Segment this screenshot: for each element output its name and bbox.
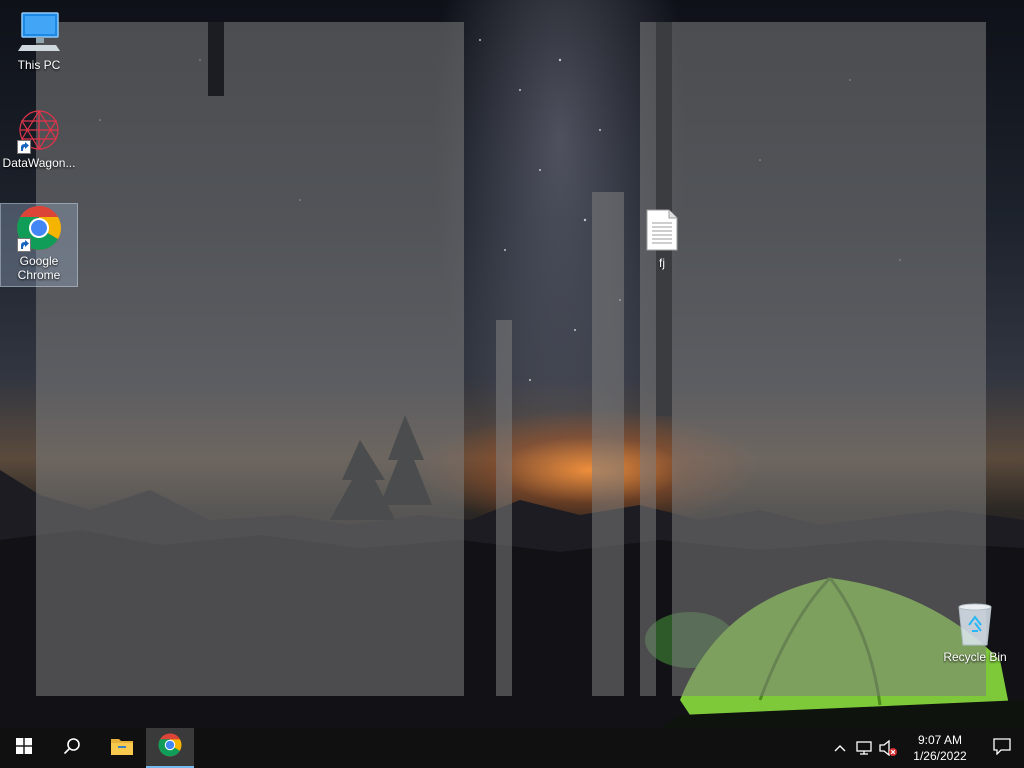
chrome-icon [158, 733, 182, 762]
overlay-panel-right [672, 22, 986, 696]
desktop-icon-label: Google Chrome [17, 254, 61, 282]
computer-icon [15, 8, 63, 56]
overlay-strip-tall [640, 22, 656, 696]
dark-bar-top [208, 22, 224, 96]
desktop-icon-recycle-bin[interactable]: Recycle Bin [937, 600, 1013, 664]
shortcut-arrow-icon [17, 238, 31, 252]
volume-muted-icon[interactable] [876, 728, 900, 768]
network-icon[interactable] [852, 728, 876, 768]
overlay-panel-left [36, 22, 464, 696]
desktop-icon-label: Recycle Bin [943, 650, 1007, 664]
action-center-icon [993, 737, 1011, 760]
desktop-icon-google-chrome[interactable]: Google Chrome [0, 203, 78, 287]
desktop-icon-label: This PC [17, 58, 61, 72]
shortcut-arrow-icon [17, 140, 31, 154]
overlay-strip-narrow [496, 320, 512, 696]
action-center-button[interactable] [980, 728, 1024, 768]
search-button[interactable] [48, 728, 96, 768]
desktop-icon-label: fj [659, 256, 665, 270]
taskbar-google-chrome[interactable] [146, 728, 194, 768]
desktop-icon-datawagon[interactable]: DataWagon... [1, 106, 77, 170]
datawagon-icon [15, 106, 63, 154]
taskbar-file-explorer[interactable] [98, 728, 146, 768]
chevron-up-icon[interactable] [828, 728, 852, 768]
clock-time: 9:07 AM [917, 733, 963, 747]
clock-date: 1/26/2022 [913, 749, 967, 763]
taskbar: 9:07 AM 1/26/2022 [0, 728, 1024, 768]
start-button[interactable] [0, 728, 48, 768]
system-tray: 9:07 AM 1/26/2022 [828, 728, 1024, 768]
text-file-icon [638, 206, 686, 254]
search-icon [63, 737, 81, 760]
chrome-icon [15, 204, 63, 252]
desktop-icon-fj[interactable]: fj [624, 206, 700, 270]
taskbar-clock[interactable]: 9:07 AM 1/26/2022 [900, 732, 980, 764]
folder-icon [110, 736, 134, 761]
desktop-icon-label: DataWagon... [2, 156, 76, 170]
windows-logo-icon [16, 737, 32, 759]
overlay-strip-center [592, 192, 624, 696]
desktop-icon-this-pc[interactable]: This PC [1, 8, 77, 72]
recycle-bin-icon [951, 600, 999, 648]
